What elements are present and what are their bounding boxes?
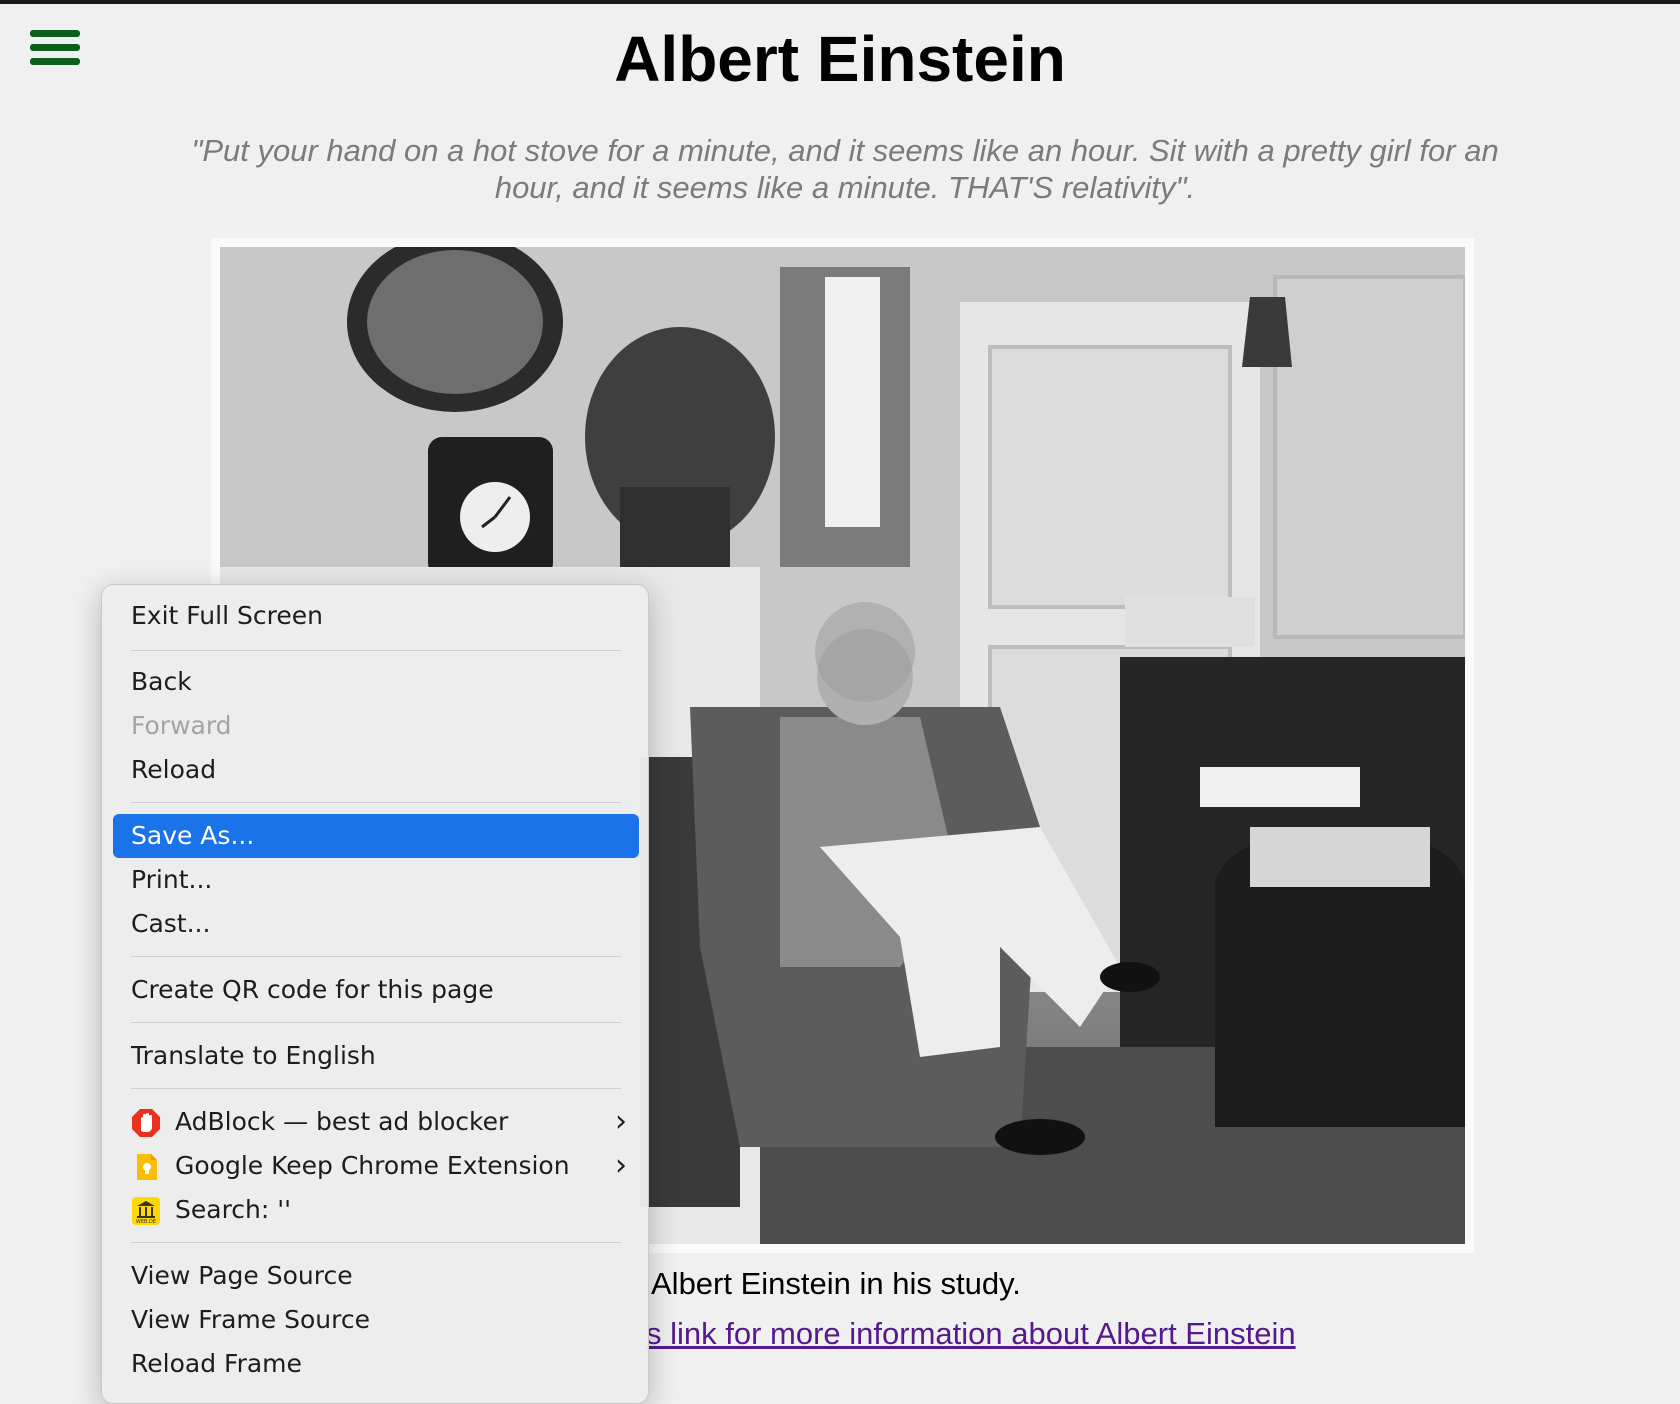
menu-item-save-as[interactable]: Save As... — [113, 814, 639, 858]
page-title: Albert Einstein — [614, 23, 1066, 95]
menu-separator — [131, 650, 621, 651]
webde-icon: WEB.DE — [132, 1197, 160, 1225]
menu-separator — [131, 1022, 621, 1023]
menu-item-translate[interactable]: Translate to English — [113, 1034, 639, 1078]
menu-separator — [131, 956, 621, 957]
chevron-right-icon: › — [615, 1104, 627, 1139]
menu-item-create-qr-code[interactable]: Create QR code for this page — [113, 968, 639, 1012]
menu-item-view-page-source[interactable]: View Page Source — [113, 1254, 639, 1298]
menu-item-print[interactable]: Print... — [113, 858, 639, 902]
google-keep-label: Google Keep Chrome Extension — [175, 1151, 570, 1180]
menu-item-forward: Forward — [131, 711, 232, 740]
menu-separator — [131, 1088, 621, 1089]
menu-item-search[interactable]: WEB.DE Search: '' — [113, 1188, 639, 1232]
menu-item-cast[interactable]: Cast... — [113, 902, 639, 946]
einstein-quote: "Put your hand on a hot stove for a minu… — [191, 133, 1499, 205]
adblock-label: AdBlock — best ad blocker — [175, 1107, 509, 1136]
menu-item-exit-full-screen[interactable]: Exit Full Screen — [113, 594, 639, 638]
webde-icon-text: WEB.DE — [136, 1219, 156, 1225]
menu-item-reload[interactable]: Reload — [113, 748, 639, 792]
more-info-link[interactable]: s link for more information about Albert… — [646, 1316, 1296, 1352]
menu-item-google-keep[interactable]: Google Keep Chrome Extension › — [113, 1144, 639, 1188]
photo-caption: Albert Einstein in his study. — [651, 1266, 1021, 1301]
window-top-border — [0, 0, 1680, 4]
chevron-right-icon: › — [615, 1148, 627, 1183]
menu-item-back[interactable]: Back — [113, 660, 639, 704]
context-menu: Exit Full Screen Back Forward Reload Sav… — [101, 584, 649, 1404]
menu-item-reload-frame[interactable]: Reload Frame — [113, 1342, 639, 1386]
menu-item-adblock[interactable]: AdBlock — best ad blocker › — [113, 1100, 639, 1144]
google-keep-icon — [137, 1154, 157, 1180]
search-label: Search: '' — [175, 1195, 292, 1224]
menu-item-view-frame-source[interactable]: View Frame Source — [113, 1298, 639, 1342]
adblock-icon — [132, 1109, 160, 1137]
menu-separator — [131, 1242, 621, 1243]
menu-separator — [131, 802, 621, 803]
